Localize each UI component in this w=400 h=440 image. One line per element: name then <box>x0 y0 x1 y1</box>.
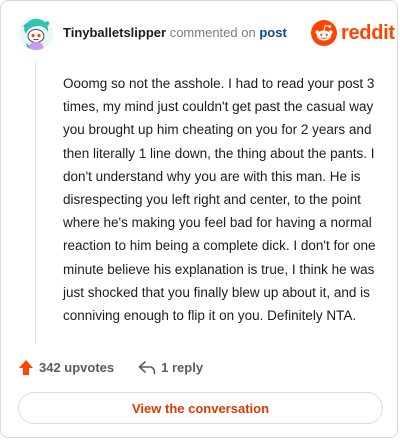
upvote-button[interactable]: 342 upvotes <box>18 359 114 376</box>
reply-arrow-icon <box>138 360 156 375</box>
user-avatar[interactable] <box>19 16 53 50</box>
upvote-count: 342 upvotes <box>39 360 115 375</box>
reply-button[interactable]: 1 reply <box>138 360 203 375</box>
post-link[interactable]: post <box>259 25 286 40</box>
thread-line[interactable] <box>35 61 36 343</box>
comment-header: Tinyballetslipper commented on post <box>63 25 287 41</box>
comment-embed-card: Tinyballetslipper commented on post redd… <box>0 0 398 438</box>
upvote-arrow-icon <box>18 359 34 376</box>
view-conversation-button[interactable]: View the conversation <box>18 392 383 424</box>
comment-actions: 342 upvotes 1 reply <box>18 359 203 376</box>
reddit-wordmark: reddit <box>341 21 395 44</box>
snoo-avatar-icon <box>19 16 53 50</box>
reddit-alien-icon <box>311 20 337 46</box>
username[interactable]: Tinyballetslipper <box>63 25 166 40</box>
reddit-logo[interactable]: reddit <box>311 20 395 46</box>
reply-count: 1 reply <box>161 360 204 375</box>
comment-body: Ooomg so not the asshole. I had to read … <box>63 76 376 324</box>
commented-on-text: commented on <box>169 25 256 40</box>
